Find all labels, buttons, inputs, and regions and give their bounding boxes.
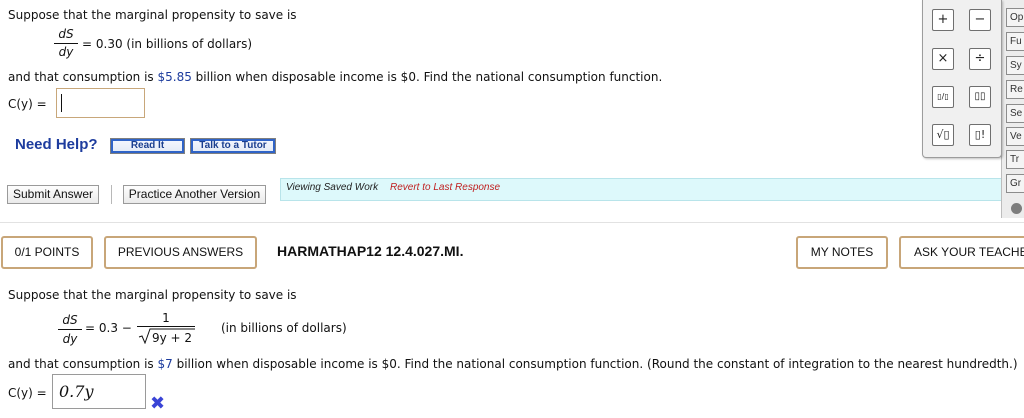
question1-consumption-text: and that consumption is $5.85 billion wh…	[8, 70, 663, 84]
minus-key[interactable]: −	[969, 9, 991, 31]
q2-sqrt-den: 9y + 2	[152, 331, 193, 345]
q2-sqrt-num: 1	[162, 311, 170, 325]
talk-to-tutor-button[interactable]: Talk to a Tutor	[190, 138, 276, 154]
q2-sqrt-fracline	[137, 326, 195, 327]
side-tab-sets[interactable]: Se	[1006, 104, 1024, 123]
q2-equation-units: (in billions of dollars)	[221, 321, 347, 335]
q2-frac-den: dy	[62, 332, 78, 346]
viewing-saved-work-text: Viewing Saved Work	[286, 182, 379, 193]
q1-answer-label: C(y) =	[8, 97, 47, 111]
q1-answer-input[interactable]	[56, 88, 145, 118]
saved-work-banner: Viewing Saved Work Revert to Last Respon…	[280, 178, 1020, 201]
q2-equation-const: = 0.3 −	[85, 321, 132, 335]
q2-consumption-amount: $7	[157, 357, 173, 371]
exponent-key[interactable]: ▯▯	[969, 86, 991, 108]
q1-frac-den: dy	[58, 45, 74, 59]
times-key[interactable]: ×	[932, 48, 954, 70]
actions-divider	[111, 185, 112, 204]
question2-consumption-text: and that consumption is $7 billion when …	[8, 357, 1018, 371]
question2-intro: Suppose that the marginal propensity to …	[8, 288, 297, 302]
factorial-key[interactable]: ▯!	[969, 124, 991, 146]
side-tab-vectors[interactable]: Ve	[1006, 127, 1024, 146]
question1-intro: Suppose that the marginal propensity to …	[8, 8, 297, 22]
question-id: HARMATHAP12 12.4.027.MI.	[277, 243, 464, 259]
q1-frac-line	[54, 43, 78, 44]
ask-your-teacher-button[interactable]: ASK YOUR TEACHER	[899, 236, 1024, 269]
my-notes-button[interactable]: MY NOTES	[796, 236, 888, 269]
q2-answer-label: C(y) =	[8, 386, 47, 400]
q1-equation: = 0.30 (in billions of dollars)	[82, 37, 253, 51]
q2-frac-num: dS	[62, 313, 78, 327]
practice-another-version-button[interactable]: Practice Another Version	[123, 185, 266, 204]
q1-frac-num: dS	[58, 27, 74, 41]
need-help-label: Need Help?	[15, 136, 98, 153]
side-tab-relations[interactable]: Re	[1006, 80, 1024, 99]
submit-answer-button[interactable]: Submit Answer	[7, 185, 99, 204]
side-tab-symbols[interactable]: Sy	[1006, 56, 1024, 75]
side-tab-operations[interactable]: Op	[1006, 8, 1024, 27]
fraction-key[interactable]: ▯/▯	[932, 86, 954, 108]
q2-frac-line	[58, 329, 82, 330]
incorrect-x-icon: ✖	[150, 393, 166, 414]
revert-link[interactable]: Revert to Last Response	[390, 182, 500, 193]
side-tab-functions[interactable]: Fu	[1006, 32, 1024, 51]
q1-consumption-amount: $5.85	[157, 70, 192, 84]
plus-key[interactable]: +	[932, 9, 954, 31]
side-tab-greek[interactable]: Gr	[1006, 174, 1024, 193]
side-tab-trig[interactable]: Tr	[1006, 150, 1024, 169]
q2-answer-input[interactable]: 0.7y	[52, 374, 146, 409]
previous-answers-button[interactable]: PREVIOUS ANSWERS	[104, 236, 257, 269]
sqrt-key[interactable]: √▯	[932, 124, 954, 146]
read-it-button[interactable]: Read It	[110, 138, 185, 154]
math-palette: + − × ÷ ▯/▯ ▯▯ √▯ ▯!	[922, 0, 1002, 158]
divide-key[interactable]: ÷	[969, 48, 991, 70]
points-badge: 0/1 POINTS	[1, 236, 93, 269]
help-circle-icon[interactable]	[1011, 203, 1022, 214]
q2-answer-value: 0.7y	[59, 382, 94, 401]
text-caret	[61, 94, 62, 112]
